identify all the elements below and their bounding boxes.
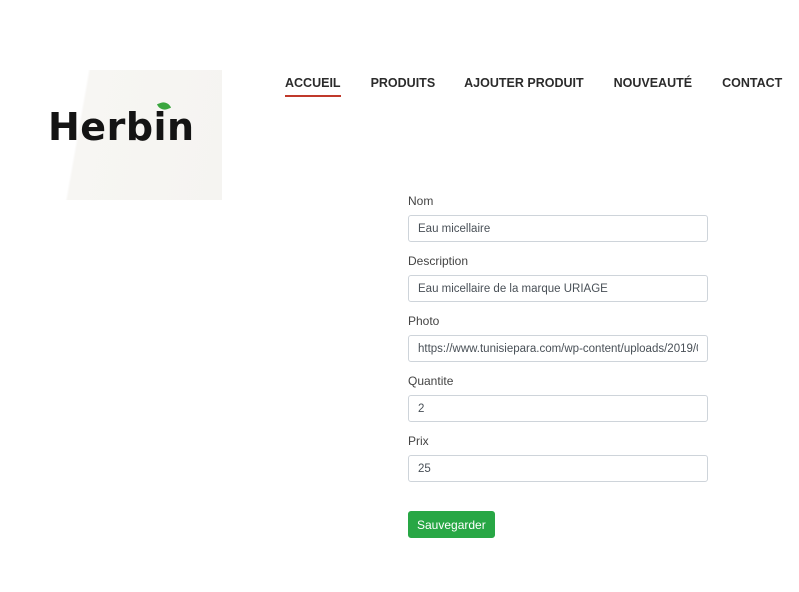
quantite-input[interactable] (408, 395, 708, 422)
nav-item-produits[interactable]: PRODUITS (371, 76, 436, 97)
main-nav: ACCUEIL PRODUITS AJOUTER PRODUIT NOUVEAU… (285, 76, 782, 97)
save-button[interactable]: Sauvegarder (408, 511, 495, 538)
prix-label: Prix (408, 434, 429, 448)
page: Herbin ACCUEIL PRODUITS AJOUTER PRODUIT … (0, 0, 799, 592)
nom-input[interactable] (408, 215, 708, 242)
logo-area: Herbin (0, 70, 222, 200)
photo-input[interactable] (408, 335, 708, 362)
description-label: Description (408, 254, 469, 268)
quantite-label: Quantite (408, 374, 454, 388)
nav-item-ajouter-produit[interactable]: AJOUTER PRODUIT (464, 76, 583, 97)
nav-item-contact[interactable]: CONTACT (722, 76, 782, 97)
description-input[interactable] (408, 275, 708, 302)
nav-item-nouveaute[interactable]: NOUVEAUTÉ (614, 76, 692, 97)
logo-text: Herbin (48, 105, 195, 149)
photo-label: Photo (408, 314, 440, 328)
nom-label: Nom (408, 194, 434, 208)
logo[interactable]: Herbin (48, 100, 195, 149)
nav-item-accueil[interactable]: ACCUEIL (285, 76, 341, 97)
prix-input[interactable] (408, 455, 708, 482)
product-form: Nom Description Photo Quantite Prix Sauv… (408, 194, 708, 538)
